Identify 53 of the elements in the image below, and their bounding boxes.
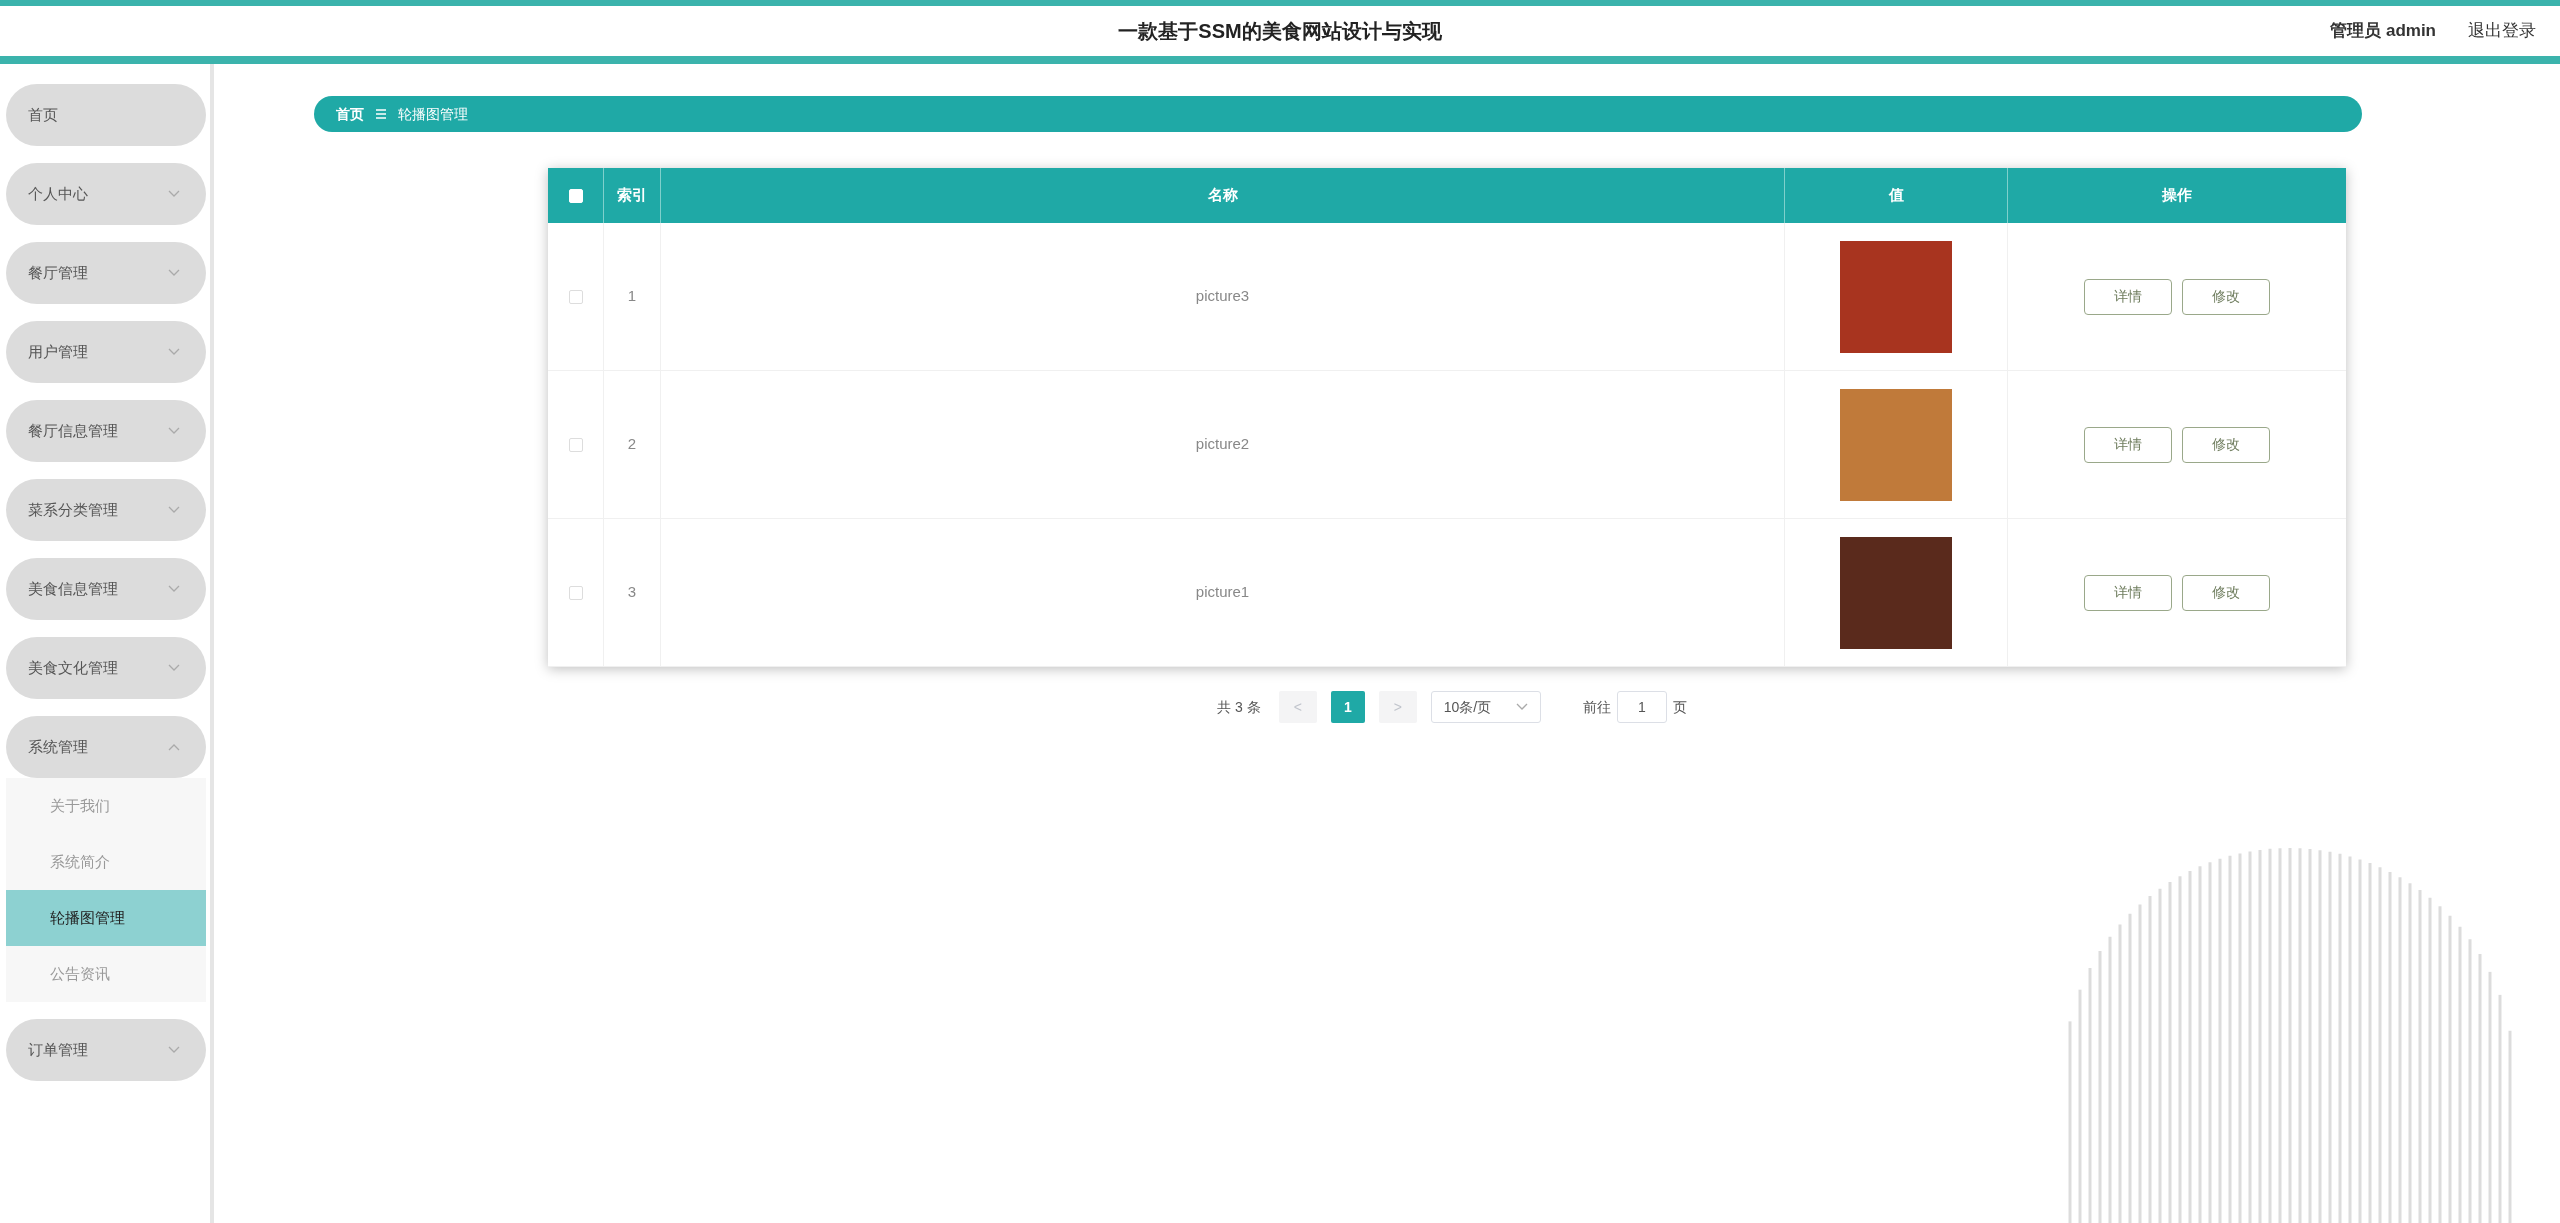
logout-link[interactable]: 退出登录: [2468, 18, 2536, 44]
table-cell-text: 1: [627, 286, 637, 307]
chevron-down-icon: [168, 427, 180, 435]
details-button[interactable]: 详情: [2084, 426, 2172, 463]
column-header: 名称: [661, 168, 1785, 223]
total-count: 共 3 条: [1217, 697, 1261, 717]
row-checkbox[interactable]: [568, 289, 583, 304]
row-checkbox[interactable]: [568, 437, 583, 452]
chevron-up-icon: [168, 743, 180, 751]
chevron-down-icon: [168, 506, 180, 514]
page-size-select[interactable]: 10条/页: [1430, 691, 1541, 723]
menu-icon: [376, 109, 386, 119]
edit-button[interactable]: 修改: [2182, 426, 2270, 463]
sidebar-item[interactable]: 美食信息管理: [6, 558, 206, 620]
edit-button[interactable]: 修改: [2182, 278, 2270, 315]
table-cell-text: picture2: [1195, 434, 1250, 455]
table-cell-text: 3: [627, 582, 637, 603]
sidebar-item[interactable]: 美食文化管理: [6, 637, 206, 699]
chevron-down-icon: [168, 664, 180, 672]
site-title: 一款基于SSM的美食网站设计与实现: [1118, 19, 1442, 44]
breadcrumb-current: 轮播图管理: [398, 104, 468, 124]
sidebar-item[interactable]: 餐厅管理: [6, 242, 206, 304]
column-header: 值: [1785, 168, 2008, 223]
page-suffix-label: 页: [1672, 697, 1687, 717]
chevron-down-icon: [168, 269, 180, 277]
details-button[interactable]: 详情: [2084, 574, 2172, 611]
table-cell-text: picture3: [1195, 286, 1250, 307]
table-cell-text: 2: [627, 434, 637, 455]
edit-button[interactable]: 修改: [2182, 574, 2270, 611]
column-header: 索引: [604, 168, 661, 223]
admin-user-label: 管理员 admin: [2330, 20, 2436, 43]
column-header: 操作: [2161, 185, 2193, 206]
sidebar-item[interactable]: 用户管理: [6, 321, 206, 383]
sidebar-item[interactable]: 个人中心: [6, 163, 206, 225]
submenu-item[interactable]: 轮播图管理: [6, 890, 206, 946]
chevron-down-icon: [168, 348, 180, 356]
select-all-checkbox[interactable]: [568, 188, 583, 203]
sidebar-item[interactable]: 订单管理: [6, 1019, 206, 1081]
goto-label: 前往: [1582, 697, 1611, 717]
chevron-down-icon: [1515, 703, 1528, 711]
details-button[interactable]: 详情: [2084, 278, 2172, 315]
sidebar-item[interactable]: 餐厅信息管理: [6, 400, 206, 462]
chevron-down-icon: [168, 190, 180, 198]
page-button[interactable]: 1: [1330, 691, 1365, 723]
page-number-field[interactable]: 1: [1616, 691, 1667, 723]
sidebar-item[interactable]: 系统管理: [6, 716, 206, 778]
table-cell-text: picture1: [1195, 582, 1250, 603]
breadcrumb-link[interactable]: 首页: [336, 103, 364, 125]
chevron-down-icon: [168, 1046, 180, 1054]
sidebar-item[interactable]: 菜系分类管理: [6, 479, 206, 541]
row-checkbox[interactable]: [568, 585, 583, 600]
chevron-down-icon: [168, 585, 180, 593]
sidebar-item[interactable]: 首页: [6, 84, 206, 146]
